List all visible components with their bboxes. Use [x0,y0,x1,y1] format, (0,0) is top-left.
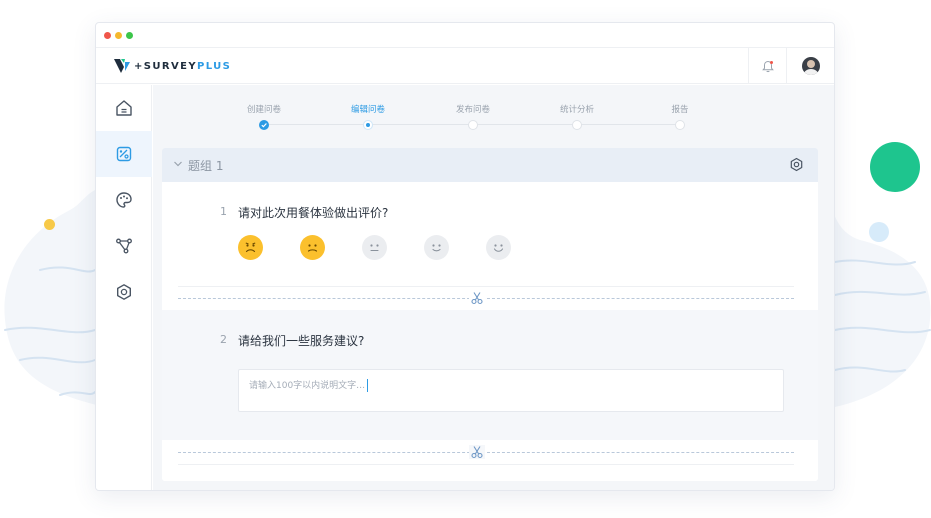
question-group: 题组 1 1 请对此次用餐体验做出评价? 2 请给我们一些服务建议? 请输入10… [162,148,818,481]
rating-face-2[interactable] [300,235,325,260]
step-dot-report[interactable] [675,120,685,130]
question-1: 1 请对此次用餐体验做出评价? [162,182,818,310]
minimize-window-button[interactable] [115,32,122,39]
step-dot-create[interactable] [259,120,269,130]
avatar [801,57,820,75]
step-dot-publish[interactable] [468,120,478,130]
divider-line [178,464,794,465]
step-label-create[interactable]: 创建问卷 [234,103,294,115]
question-number: 2 [220,333,227,346]
question-3-stub [162,440,818,481]
question-2: 2 请给我们一些服务建议? 请输入100字以内说明文字… [162,310,818,440]
textarea-placeholder: 请输入100字以内说明文字… [249,381,366,391]
scissors-icon[interactable] [469,445,485,459]
decor-dot-green [870,142,920,192]
check-icon [261,123,267,128]
question-text[interactable]: 请对此次用餐体验做出评价? [238,204,388,221]
chevron-down-icon[interactable] [172,158,184,170]
sidebar [96,85,152,490]
face-icon [432,244,441,252]
page: +SURVEYPLUS 创建问卷 编辑问卷 发布问卷 统计分析 报告 题组 1 … [0,0,931,518]
app-window: +SURVEYPLUS 创建问卷 编辑问卷 发布问卷 统计分析 报告 题组 1 … [95,22,835,491]
face-icon [370,244,379,252]
maximize-window-button[interactable] [126,32,133,39]
step-label-edit[interactable]: 编辑问卷 [338,103,398,115]
rating-face-1[interactable] [238,235,263,260]
brand-logo[interactable]: +SURVEYPLUS [113,57,231,75]
decor-dot-blue [869,222,889,242]
sidebar-item-edit[interactable] [96,131,152,177]
user-menu[interactable] [786,48,834,84]
step-label-publish[interactable]: 发布问卷 [443,103,503,115]
sidebar-item-home[interactable] [96,85,152,131]
divider-line [178,286,794,287]
group-header[interactable]: 题组 1 [162,148,818,182]
step-progress: 创建问卷 编辑问卷 发布问卷 统计分析 报告 [153,85,834,145]
rating-face-4[interactable] [424,235,449,260]
window-titlebar [96,23,834,48]
scissors-icon[interactable] [469,291,485,305]
step-dot-analyze[interactable] [572,120,582,130]
brand-prefix: + [134,60,144,72]
main-content: 创建问卷 编辑问卷 发布问卷 统计分析 报告 题组 1 1 请对此次用餐体验做出… [153,85,834,490]
edit-survey-icon [116,146,132,162]
brand-name: SURVEY [143,60,198,72]
step-label-analyze[interactable]: 统计分析 [547,103,607,115]
face-icon [493,244,504,252]
bell-icon [761,60,774,72]
text-caret [367,379,369,392]
sidebar-item-settings[interactable] [96,269,152,315]
decor-dot-yellow [44,219,55,230]
brand-suffix: PLUS [197,60,232,72]
flow-icon [116,238,132,254]
group-title: 题组 1 [188,159,224,173]
hexagon-settings-icon [117,284,131,300]
step-label-report[interactable]: 报告 [650,103,710,115]
page-break-line [178,452,794,453]
notifications-button[interactable] [748,48,786,84]
sidebar-item-logic[interactable] [96,223,152,269]
face-icon [245,242,256,253]
suggestion-textarea[interactable]: 请输入100字以内说明文字… [238,369,784,412]
rating-face-5[interactable] [486,235,511,260]
logo-mark-icon [114,59,130,73]
question-number: 1 [220,205,227,218]
gear-icon[interactable] [789,157,804,172]
page-break-line [178,298,794,299]
rating-face-3[interactable] [362,235,387,260]
sidebar-item-theme[interactable] [96,177,152,223]
step-dot-edit[interactable] [363,120,373,130]
question-text[interactable]: 请给我们一些服务建议? [238,332,364,349]
home-icon [116,100,132,116]
app-header: +SURVEYPLUS [96,48,834,84]
face-icon [307,244,318,252]
palette-icon [116,192,132,208]
close-window-button[interactable] [104,32,111,39]
